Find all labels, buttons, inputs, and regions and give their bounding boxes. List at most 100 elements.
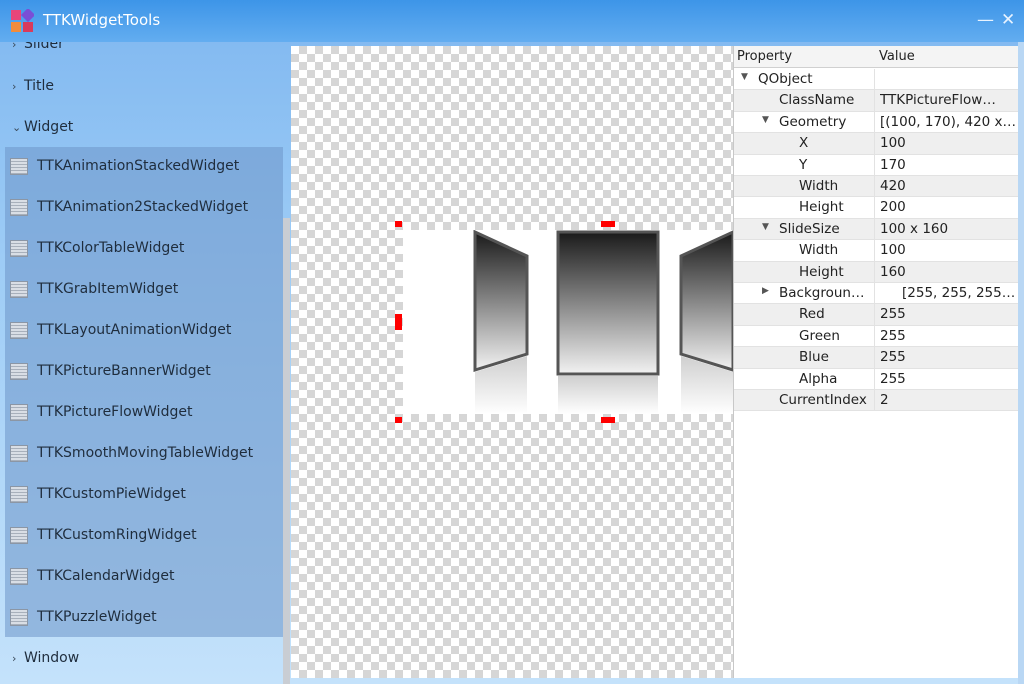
property-row[interactable]: CurrentIndex 2	[734, 390, 1018, 412]
window-edge	[1018, 42, 1024, 684]
picture-flow-widget[interactable]	[403, 230, 733, 414]
chevron-down-icon: ⌄	[12, 121, 22, 134]
color-swatch	[878, 286, 898, 300]
property-value[interactable]: 200	[880, 199, 1018, 215]
sidebar-item-color-table[interactable]: TTKColorTableWidget	[10, 228, 278, 269]
widget-icon	[10, 568, 28, 585]
sidebar-item-custom-pie[interactable]: TTKCustomPieWidget	[10, 474, 278, 515]
property-row[interactable]: Red 255	[734, 304, 1018, 326]
property-row[interactable]: X 100	[734, 133, 1018, 155]
property-row[interactable]: Y 170	[734, 154, 1018, 176]
property-value[interactable]: [255, 255, 255…	[902, 285, 1018, 301]
widget-icon	[10, 158, 28, 175]
widget-icon	[10, 322, 28, 339]
widget-icon	[10, 281, 28, 298]
chevron-right-icon: ›	[12, 42, 17, 51]
close-button[interactable]: ✕	[1001, 10, 1015, 30]
widget-icon	[10, 363, 28, 380]
property-value[interactable]: 100	[880, 135, 1018, 151]
sidebar-category-window[interactable]: › Window	[12, 650, 79, 666]
property-row[interactable]: Width 420	[734, 176, 1018, 198]
property-row[interactable]: Blue 255	[734, 347, 1018, 369]
property-value[interactable]: 420	[880, 178, 1018, 194]
slide-left	[473, 230, 529, 373]
property-name: Blue	[799, 349, 829, 366]
resize-handle-left[interactable]	[395, 314, 402, 330]
property-column-header[interactable]: Property	[737, 49, 792, 64]
property-row[interactable]: Height 160	[734, 261, 1018, 283]
property-value[interactable]: 100	[880, 242, 1018, 258]
widget-icon	[10, 609, 28, 626]
resize-handle-bottom[interactable]	[601, 417, 615, 423]
sidebar-item-calendar[interactable]: TTKCalendarWidget	[10, 556, 278, 597]
expand-down-icon[interactable]: ▼	[762, 222, 769, 232]
property-name: Green	[799, 327, 840, 344]
sidebar-category-widget[interactable]: ⌄ Widget	[12, 119, 73, 135]
resize-handle-bottom-left[interactable]	[395, 417, 402, 423]
property-value[interactable]: 255	[880, 349, 1018, 365]
chevron-right-icon: ›	[12, 652, 17, 665]
property-value[interactable]: 2	[880, 392, 1018, 408]
sidebar-item-grab-item[interactable]: TTKGrabItemWidget	[10, 269, 278, 310]
expand-down-icon[interactable]: ▼	[762, 115, 769, 125]
sidebar-scrollbar[interactable]	[283, 218, 290, 684]
property-value[interactable]: TTKPictureFlow…	[880, 92, 1018, 108]
property-row[interactable]: Green 255	[734, 325, 1018, 348]
property-value[interactable]: 100 x 160	[880, 221, 1018, 237]
property-name: Backgroun…	[779, 285, 865, 301]
resize-handle-top-left[interactable]	[395, 221, 402, 227]
picture-flow-slides	[473, 230, 733, 414]
property-name: Height	[799, 199, 844, 216]
sidebar-category-slider[interactable]: › Slider	[12, 42, 64, 52]
minimize-button[interactable]: —	[977, 10, 994, 30]
value-column-header[interactable]: Value	[879, 49, 915, 64]
sidebar-item-picture-banner[interactable]: TTKPictureBannerWidget	[10, 351, 278, 392]
property-row[interactable]: ▼ Geometry [(100, 170), 420 x…	[734, 111, 1018, 134]
expand-down-icon[interactable]: ▼	[741, 72, 748, 82]
widget-icon	[10, 199, 28, 216]
property-value[interactable]: 255	[880, 371, 1018, 387]
property-browser: Property Value ▼ QObject ClassName TTKPictu…	[733, 46, 1018, 678]
window-title: TTKWidgetTools	[43, 11, 161, 29]
sidebar-item-custom-ring[interactable]: TTKCustomRingWidget	[10, 515, 278, 556]
preview-canvas	[291, 46, 733, 678]
property-row[interactable]: ▶ Backgroun… [255, 255, 255…	[734, 283, 1018, 305]
property-value[interactable]: 255	[880, 306, 1018, 322]
sidebar-item-smooth-moving-table[interactable]: TTKSmoothMovingTableWidget	[10, 433, 278, 474]
property-name: CurrentIndex	[779, 392, 867, 408]
property-row[interactable]: ClassName TTKPictureFlow…	[734, 90, 1018, 112]
expand-right-icon[interactable]: ▶	[762, 286, 769, 296]
property-row[interactable]: Height 200	[734, 197, 1018, 219]
property-row[interactable]: Width 100	[734, 240, 1018, 262]
sidebar-item-animation-stacked[interactable]: TTKAnimationStackedWidget	[10, 146, 278, 187]
slide-center	[556, 230, 660, 376]
sidebar-item-animation2-stacked[interactable]: TTKAnimation2StackedWidget	[10, 187, 278, 228]
property-name: Alpha	[799, 370, 838, 387]
resize-handle-top[interactable]	[601, 221, 615, 227]
widget-icon	[10, 527, 28, 544]
property-name: Y	[799, 156, 808, 173]
slide-right	[679, 230, 733, 372]
property-name: Height	[799, 263, 844, 280]
property-value[interactable]: 255	[880, 328, 1018, 344]
property-value[interactable]: 170	[880, 157, 1018, 173]
title-bar: TTKWidgetTools — ✕	[0, 0, 1024, 42]
property-row[interactable]: ▼ QObject	[734, 69, 1018, 91]
app-logo-icon	[11, 9, 34, 32]
sidebar-item-picture-flow[interactable]: TTKPictureFlowWidget	[10, 392, 278, 433]
sidebar-category-title[interactable]: › Title	[12, 78, 54, 94]
property-row[interactable]: Alpha 255	[734, 368, 1018, 390]
property-name: Red	[799, 306, 825, 323]
property-name: SlideSize	[779, 220, 840, 237]
sidebar-item-layout-animation[interactable]: TTKLayoutAnimationWidget	[10, 310, 278, 351]
property-name: Width	[799, 242, 839, 259]
property-name: ClassName	[779, 92, 855, 109]
property-value[interactable]: 160	[880, 264, 1018, 280]
property-value[interactable]: [(100, 170), 420 x…	[880, 114, 1018, 130]
sidebar-item-puzzle[interactable]: TTKPuzzleWidget	[10, 597, 278, 638]
property-name: Geometry	[779, 113, 847, 130]
property-row[interactable]: ▼ SlideSize 100 x 160	[734, 218, 1018, 241]
widget-icon	[10, 486, 28, 503]
widget-icon	[10, 240, 28, 257]
sidebar: › Slider › Title ⌄ Widget TTKAnimationStack…	[0, 42, 290, 684]
